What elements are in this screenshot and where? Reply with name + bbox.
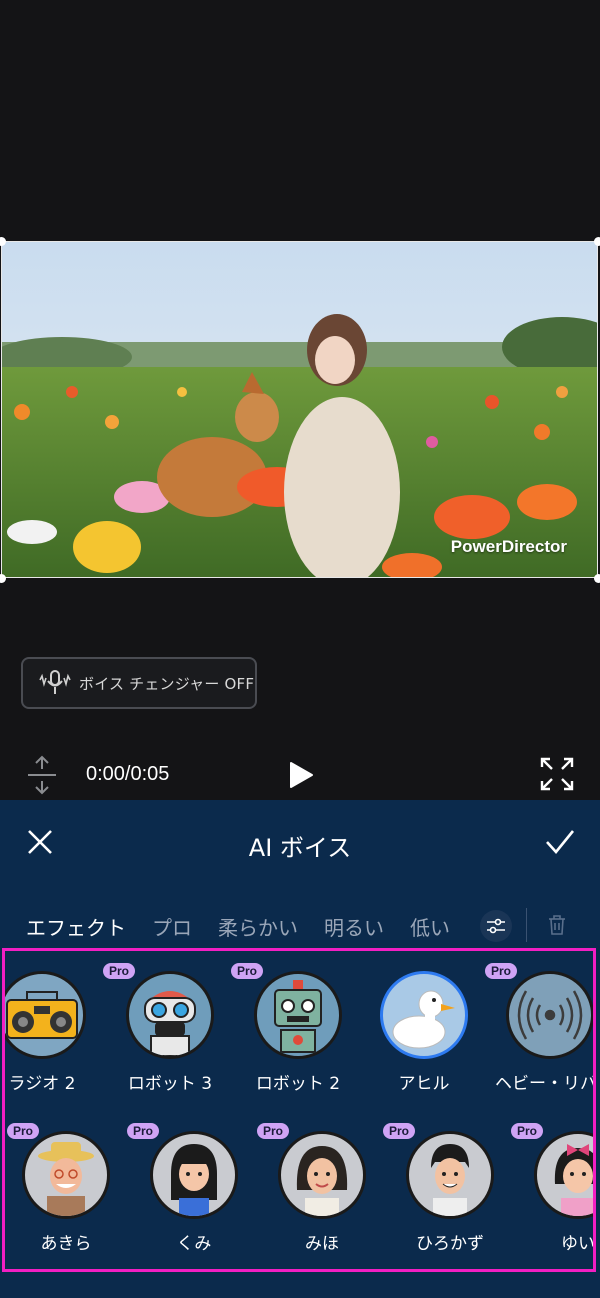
video-frame-image — [2, 242, 597, 577]
pro-badge: Pro — [511, 1123, 544, 1139]
voice-item-radio2[interactable]: ラジオ 2 — [5, 971, 97, 1094]
girl-bow-icon — [534, 1131, 593, 1219]
voice-item-label: ロボット 2 — [255, 1074, 341, 1094]
tab-effect[interactable]: エフェクト — [26, 912, 126, 951]
voice-wave-mic-icon — [33, 665, 77, 701]
video-preview[interactable]: PowerDirector — [1, 241, 598, 578]
pro-badge: Pro — [103, 963, 136, 979]
duck-icon — [380, 971, 468, 1059]
reverb-waves-icon — [506, 971, 593, 1059]
pro-badge: Pro — [383, 1123, 416, 1139]
voice-item-akira[interactable]: Pro あきら — [7, 1123, 121, 1254]
voice-item-duck[interactable]: アヒル — [369, 971, 479, 1094]
voice-item-miho[interactable]: Pro みほ — [257, 1123, 377, 1254]
category-tabs: エフェクト プロ 柔らかい 明るい 低い — [26, 912, 476, 952]
young-man-icon — [406, 1131, 494, 1219]
crop-handle-bottom-right[interactable] — [594, 574, 600, 583]
watermark-text: PowerDirector — [450, 537, 567, 556]
play-icon[interactable] — [288, 761, 314, 793]
playback-time: 0:00/0:05 — [86, 763, 170, 785]
pro-badge: Pro — [257, 1123, 290, 1139]
pro-badge: Pro — [127, 1123, 160, 1139]
robot-3-icon — [126, 971, 214, 1059]
girl-icon — [150, 1131, 238, 1219]
pro-badge: Pro — [485, 963, 518, 979]
voice-item-label: ラジオ 2 — [8, 1074, 76, 1094]
divider — [526, 908, 527, 942]
voice-item-label: ロボット 3 — [127, 1074, 213, 1094]
woman-icon — [278, 1131, 366, 1219]
crop-handle-top-right[interactable] — [594, 237, 600, 246]
voice-item-kumi[interactable]: Pro くみ — [127, 1123, 249, 1254]
adjust-sliders-icon[interactable] — [480, 910, 512, 942]
tab-low[interactable]: 低い — [410, 912, 450, 951]
panel-title: AI ボイス — [248, 834, 352, 862]
radio-boombox-icon — [5, 971, 86, 1059]
voice-item-robot3[interactable]: Pro ロボット 3 — [103, 963, 225, 1094]
voice-item-label: ひろかず — [416, 1234, 484, 1254]
fullscreen-icon[interactable] — [540, 757, 574, 795]
tab-bright[interactable]: 明るい — [324, 912, 384, 951]
voice-item-robot2[interactable]: Pro ロボット 2 — [231, 963, 353, 1094]
voice-item-label: くみ — [176, 1234, 212, 1254]
pro-badge: Pro — [7, 1123, 40, 1139]
voice-item-label: ヘビー・リバーブ — [495, 1074, 596, 1094]
voice-item-label: あきら — [40, 1234, 92, 1254]
voice-changer-label: ボイス チェンジャー OFF — [79, 674, 255, 693]
voice-item-hirokazu[interactable]: Pro ひろかず — [383, 1123, 505, 1254]
voice-item-heavy-reverb[interactable]: Pro ヘビー・リバーブ — [485, 963, 596, 1094]
pro-badge: Pro — [231, 963, 264, 979]
voice-item-label: みほ — [305, 1234, 339, 1254]
tab-pro[interactable]: プロ — [152, 912, 192, 951]
voice-changer-button[interactable]: ボイス チェンジャー OFF — [21, 657, 257, 709]
trash-icon[interactable] — [548, 915, 566, 939]
robot-2-icon — [254, 971, 342, 1059]
voice-effects-grid: ラジオ 2 Pro ロボット 3 Pro ロボット 2 アヒル Pro ヘビー・… — [2, 948, 596, 1272]
playback-bar: 0:00/0:05 — [0, 745, 600, 805]
old-man-icon — [22, 1131, 110, 1219]
confirm-check-icon[interactable] — [545, 828, 575, 860]
tab-soft[interactable]: 柔らかい — [218, 912, 298, 951]
voice-item-yui[interactable]: Pro ゆい — [511, 1123, 595, 1254]
voice-item-label: アヒル — [398, 1074, 450, 1094]
expand-vertical-icon[interactable] — [26, 755, 58, 799]
voice-item-label: ゆい — [561, 1234, 595, 1254]
